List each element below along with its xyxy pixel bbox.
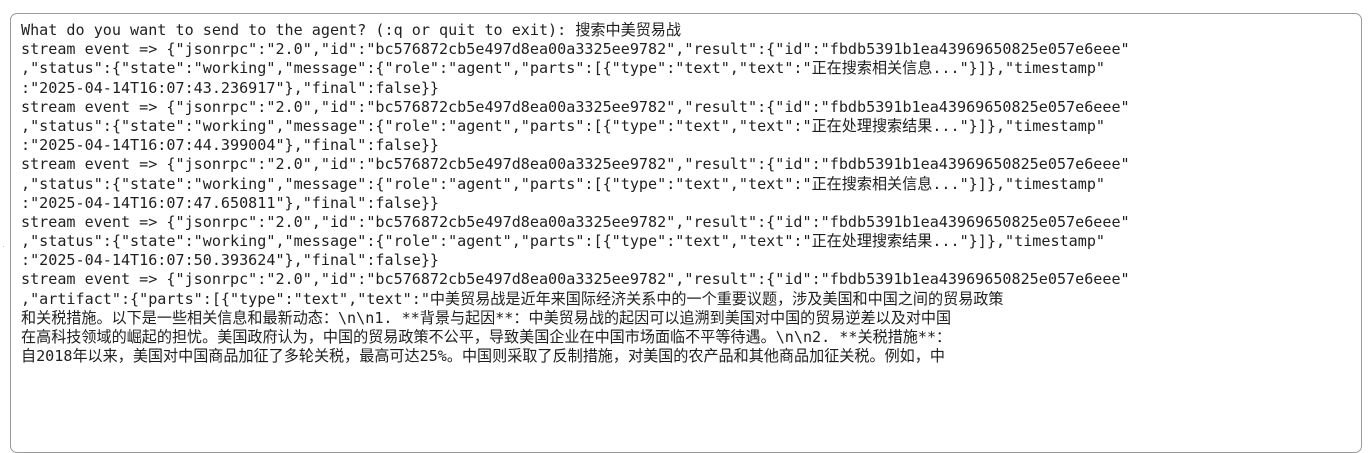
margin-dot xyxy=(3,246,4,247)
terminal-output-line: ,"status":{"state":"working","message":{… xyxy=(21,174,1105,193)
terminal-output-line: 和关税措施。以下是一些相关信息和最新动态：\n\n1. **背景与起因**：中美… xyxy=(21,308,952,327)
terminal-output-line: stream event => {"jsonrpc":"2.0","id":"b… xyxy=(21,270,1130,289)
terminal-output-line: :"2025-04-14T16:07:50.393624"},"final":f… xyxy=(21,251,440,270)
terminal-output-line: ,"status":{"state":"working","message":{… xyxy=(21,59,1105,78)
terminal-output-line: stream event => {"jsonrpc":"2.0","id":"b… xyxy=(21,212,1130,231)
terminal-output-line: 自2018年以来，美国对中国商品加征了多轮关税，最高可达25%。中国则采取了反制… xyxy=(21,347,945,366)
terminal-output-line: ,"status":{"state":"working","message":{… xyxy=(21,116,1105,135)
terminal-output-line: stream event => {"jsonrpc":"2.0","id":"b… xyxy=(21,97,1130,116)
terminal-output-line: :"2025-04-14T16:07:47.650811"},"final":f… xyxy=(21,193,440,212)
terminal-output-line: :"2025-04-14T16:07:43.236917"},"final":f… xyxy=(21,78,440,97)
terminal-output-line: ,"status":{"state":"working","message":{… xyxy=(21,232,1105,251)
terminal-prompt-line: What do you want to send to the agent? (… xyxy=(21,21,681,39)
terminal-output-line: stream event => {"jsonrpc":"2.0","id":"b… xyxy=(21,155,1130,174)
terminal-output-line: stream event => {"jsonrpc":"2.0","id":"b… xyxy=(21,40,1130,59)
terminal-output-line: ,"artifact":{"parts":[{"type":"text","te… xyxy=(21,289,1004,308)
terminal-output-line: 在高科技领域的崛起的担忧。美国政府认为，中国的贸易政策不公平，导致美国企业在中国… xyxy=(21,328,952,346)
terminal-output[interactable]: What do you want to send to the agent? (… xyxy=(10,13,1362,453)
terminal-output-line: :"2025-04-14T16:07:44.399004"},"final":f… xyxy=(21,136,440,155)
